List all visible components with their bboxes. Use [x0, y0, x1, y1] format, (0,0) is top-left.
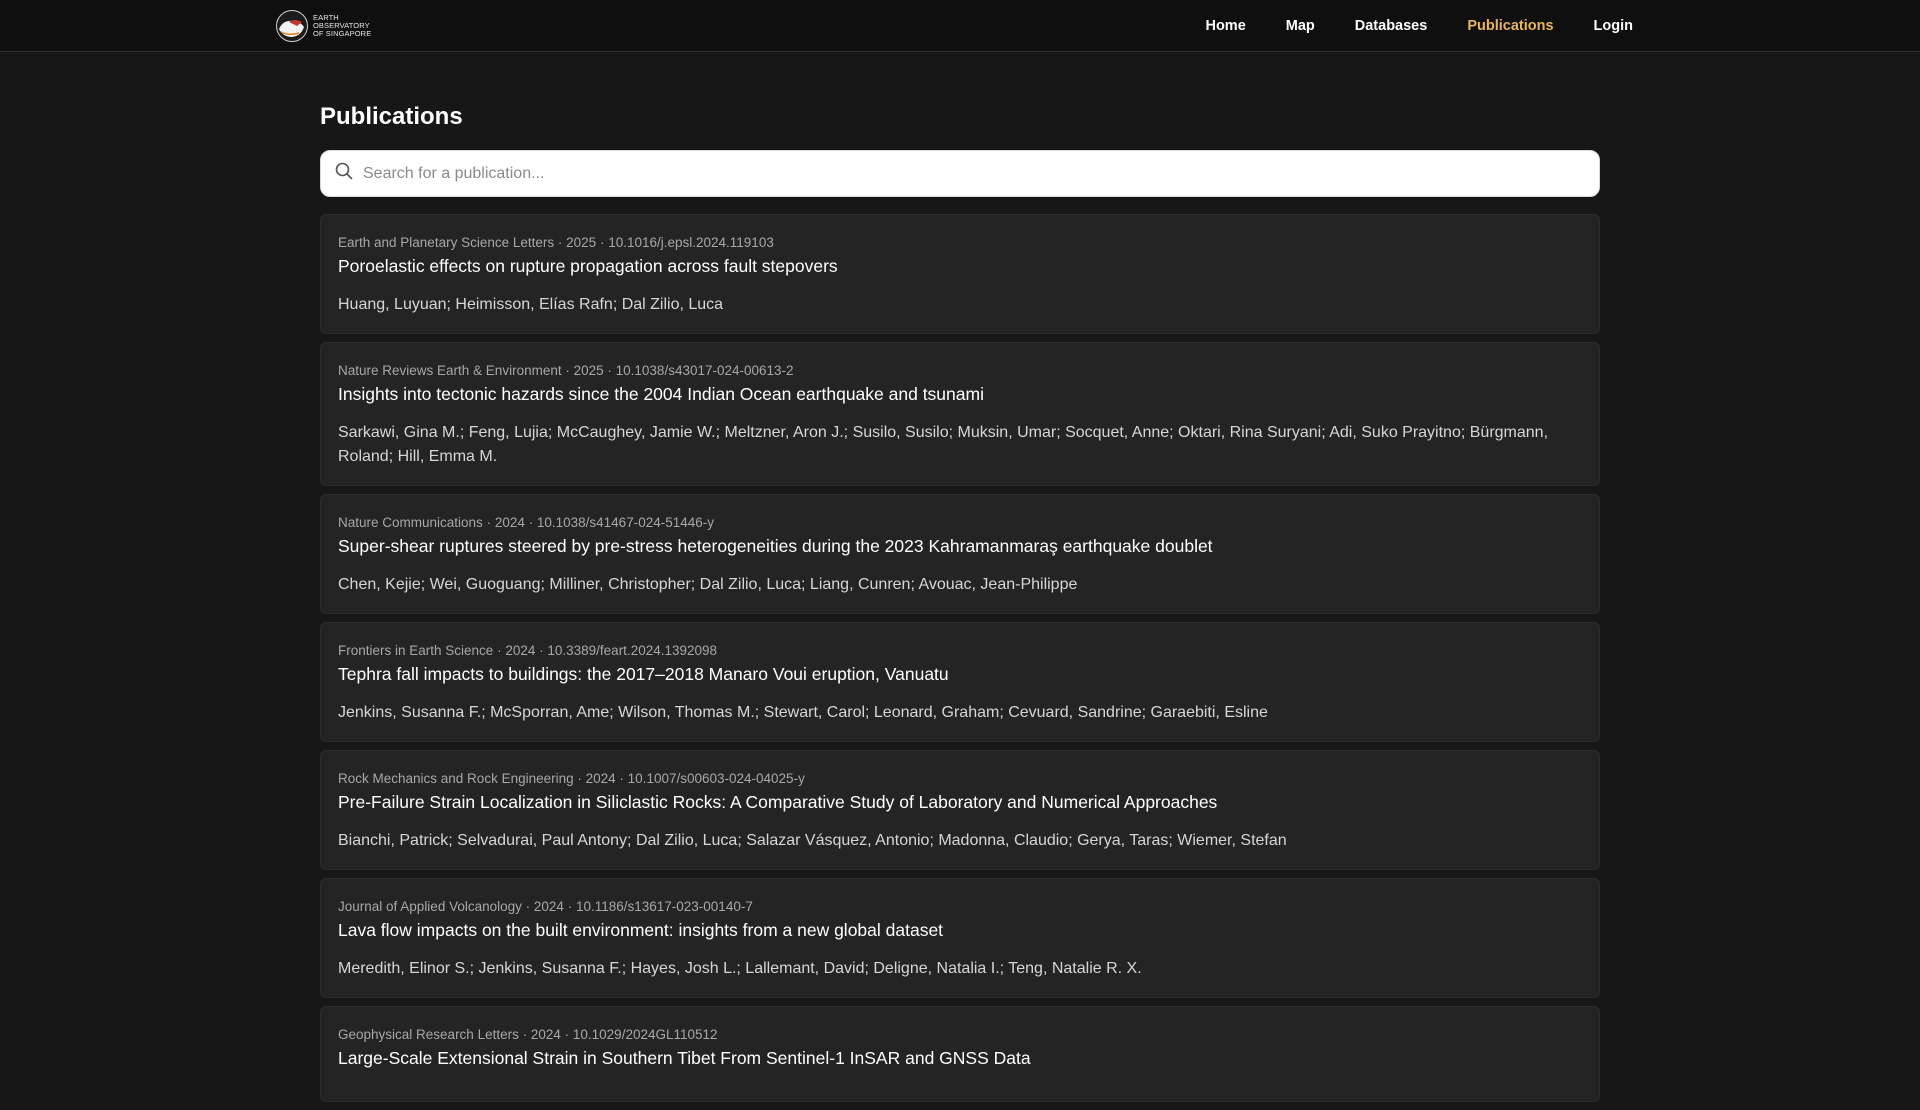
publication-authors: Meredith, Elinor S.; Jenkins, Susanna F.…	[338, 960, 1142, 977]
publication-journal: Nature Communications	[338, 515, 483, 530]
publication-journal: Rock Mechanics and Rock Engineering	[338, 771, 574, 786]
earth-observatory-logo-icon	[275, 9, 309, 43]
nav-map[interactable]: Map	[1286, 18, 1315, 34]
publication-journal: Nature Reviews Earth & Environment	[338, 363, 562, 378]
publication-meta: Rock Mechanics and Rock Engineering · 20…	[338, 771, 805, 786]
publication-year: 2024	[530, 1027, 561, 1042]
publication-year: 2025	[573, 363, 604, 378]
nav-home[interactable]: Home	[1205, 18, 1245, 34]
publication-year: 2025	[566, 235, 597, 250]
publication-authors: Jenkins, Susanna F.; McSporran, Ame; Wil…	[338, 704, 1268, 721]
publication-meta: Earth and Planetary Science Letters · 20…	[338, 235, 774, 250]
publication-doi: 10.1029/2024GL110512	[572, 1027, 718, 1042]
publication-meta: Nature Reviews Earth & Environment · 202…	[338, 363, 794, 378]
publication-title[interactable]: Insights into tectonic hazards since the…	[338, 382, 1582, 406]
publication-authors: Chen, Kejie; Wei, Guoguang; Milliner, Ch…	[338, 576, 1078, 593]
search-bar[interactable]	[320, 150, 1600, 197]
publication-card[interactable]: Earth and Planetary Science Letters · 20…	[320, 214, 1600, 334]
search-icon	[335, 162, 353, 185]
publication-doi: 10.1038/s41467-024-51446-y	[536, 515, 715, 530]
publication-authors: Huang, Luyuan; Heimisson, Elías Rafn; Da…	[338, 296, 724, 313]
publication-title[interactable]: Lava flow impacts on the built environme…	[338, 918, 1582, 942]
main-nav: Home Map Databases Publications Login	[1165, 0, 1633, 51]
main-content: Publications Earth and Planetary Science…	[320, 51, 1600, 1110]
publication-card[interactable]: Nature Communications · 2024 · 10.1038/s…	[320, 494, 1600, 614]
publication-year: 2024	[533, 899, 564, 914]
nav-databases[interactable]: Databases	[1355, 18, 1428, 34]
publication-doi: 10.1016/j.epsl.2024.119103	[608, 235, 774, 250]
page-title: Publications	[320, 103, 463, 130]
logo-line-3: OF SINGAPORE	[313, 29, 372, 38]
publication-authors: Bianchi, Patrick; Selvadurai, Paul Anton…	[338, 832, 1287, 849]
publication-meta: Nature Communications · 2024 · 10.1038/s…	[338, 515, 715, 530]
publication-journal: Earth and Planetary Science Letters	[338, 235, 555, 250]
publication-card[interactable]: Geophysical Research Letters · 2024 · 10…	[320, 1006, 1600, 1102]
top-navigation-bar: EARTH OBSERVATORY OF SINGAPORE Home Map …	[0, 0, 1920, 52]
nav-login[interactable]: Login	[1594, 18, 1633, 34]
publication-title[interactable]: Super-shear ruptures steered by pre-stre…	[338, 534, 1582, 558]
publication-journal: Frontiers in Earth Science	[338, 643, 494, 658]
publication-authors: Sarkawi, Gina M.; Feng, Lujia; McCaughey…	[338, 424, 1549, 465]
publication-doi: 10.1038/s43017-024-00613-2	[615, 363, 794, 378]
nav-publications[interactable]: Publications	[1467, 18, 1553, 34]
publication-list: Earth and Planetary Science Letters · 20…	[320, 214, 1600, 1102]
publication-card[interactable]: Frontiers in Earth Science · 2024 · 10.3…	[320, 622, 1600, 742]
publication-card[interactable]: Journal of Applied Volcanology · 2024 · …	[320, 878, 1600, 998]
publication-title[interactable]: Tephra fall impacts to buildings: the 20…	[338, 662, 1582, 686]
search-input[interactable]	[361, 163, 1565, 184]
publication-card[interactable]: Nature Reviews Earth & Environment · 202…	[320, 342, 1600, 486]
publication-card[interactable]: Rock Mechanics and Rock Engineering · 20…	[320, 750, 1600, 870]
publication-doi: 10.3389/feart.2024.1392098	[547, 643, 718, 658]
publication-meta: Frontiers in Earth Science · 2024 · 10.3…	[338, 643, 718, 658]
publication-title[interactable]: Large-Scale Extensional Strain in Southe…	[338, 1046, 1582, 1070]
publication-year: 2024	[494, 515, 525, 530]
publication-meta: Geophysical Research Letters · 2024 · 10…	[338, 1027, 718, 1042]
publication-year: 2024	[505, 643, 536, 658]
publication-title[interactable]: Pre-Failure Strain Localization in Silic…	[338, 790, 1582, 814]
publication-journal: Journal of Applied Volcanology	[338, 899, 522, 914]
publication-journal: Geophysical Research Letters	[338, 1027, 519, 1042]
publication-meta: Journal of Applied Volcanology · 2024 · …	[338, 899, 753, 914]
logo[interactable]: EARTH OBSERVATORY OF SINGAPORE	[275, 7, 371, 45]
logo-text: EARTH OBSERVATORY OF SINGAPORE	[313, 14, 371, 38]
publication-doi: 10.1007/s00603-024-04025-y	[627, 771, 805, 786]
publication-doi: 10.1186/s13617-023-00140-7	[575, 899, 753, 914]
publication-title[interactable]: Poroelastic effects on rupture propagati…	[338, 254, 1582, 278]
publication-year: 2024	[585, 771, 616, 786]
